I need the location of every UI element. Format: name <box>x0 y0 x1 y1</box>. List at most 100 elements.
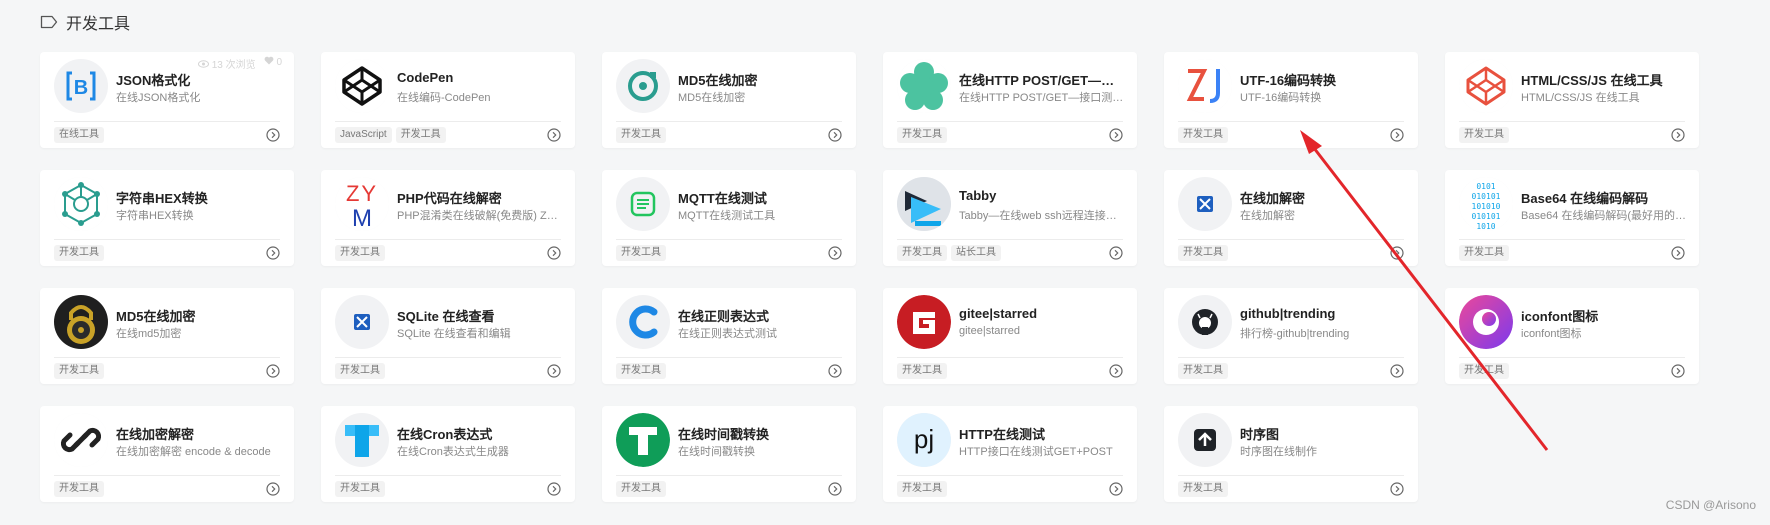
arrow-right-circle-icon[interactable] <box>547 128 561 142</box>
category-tag[interactable]: 开发工具 <box>335 363 385 379</box>
t-green-logo[interactable] <box>616 413 670 467</box>
arrow-right-circle-icon[interactable] <box>1109 482 1123 496</box>
arrow-right-circle-icon[interactable] <box>547 246 561 260</box>
card-title[interactable]: gitee|starred <box>959 306 1125 321</box>
mqtt-logo[interactable] <box>616 177 670 231</box>
tool-card[interactable]: github|trending 排行榜-github|trending 开发工具 <box>1164 288 1418 384</box>
card-title[interactable]: CodePen <box>397 70 563 85</box>
arrow-right-circle-icon[interactable] <box>1671 364 1685 378</box>
card-title[interactable]: HTTP在线测试 <box>959 424 1125 443</box>
tool-card[interactable]: 在线加解密 在线加解密 开发工具 <box>1164 170 1418 266</box>
tool-card[interactable]: gitee|starred gitee|starred 开发工具 <box>883 288 1137 384</box>
arrow-right-circle-icon[interactable] <box>1390 128 1404 142</box>
arrow-right-circle-icon[interactable] <box>828 246 842 260</box>
card-title[interactable]: HTML/CSS/JS 在线工具 <box>1521 70 1687 89</box>
regex-c-logo[interactable] <box>616 295 670 349</box>
arrow-right-circle-icon[interactable] <box>266 364 280 378</box>
card-title[interactable]: MD5在线加密 <box>678 70 844 89</box>
category-tag[interactable]: 开发工具 <box>54 481 104 497</box>
card-title[interactable]: SQLite 在线查看 <box>397 306 563 325</box>
card-title[interactable]: JSON格式化 <box>116 70 282 89</box>
category-tag[interactable]: 开发工具 <box>1459 363 1509 379</box>
tool-card[interactable]: MD5在线加密 在线md5加密 开发工具 <box>40 288 294 384</box>
zj-logo[interactable] <box>1178 59 1232 113</box>
tool-card[interactable]: Tabby Tabby—在线web ssh远程连接工具 开发工具 站长工具 <box>883 170 1137 266</box>
arrow-right-circle-icon[interactable] <box>1390 482 1404 496</box>
arrow-right-circle-icon[interactable] <box>266 246 280 260</box>
tabby-logo[interactable] <box>897 177 951 231</box>
padlock-logo[interactable] <box>54 295 108 349</box>
tool-card[interactable]: 在线加密解密 在线加密解密 encode & decode 开发工具 <box>40 406 294 502</box>
arrow-right-circle-icon[interactable] <box>1671 128 1685 142</box>
gitee-logo[interactable] <box>897 295 951 349</box>
arrow-right-circle-icon[interactable] <box>266 482 280 496</box>
category-tag[interactable]: 开发工具 <box>54 363 104 379</box>
card-title[interactable]: github|trending <box>1240 306 1406 321</box>
tool-card[interactable]: iconfont图标 iconfont图标 开发工具 <box>1445 288 1699 384</box>
arrow-right-circle-icon[interactable] <box>1390 364 1404 378</box>
tool-card[interactable]: HTML/CSS/JS 在线工具 HTML/CSS/JS 在线工具 开发工具 <box>1445 52 1699 148</box>
tool-card[interactable]: SQLite 在线查看 SQLite 在线查看和编辑 开发工具 <box>321 288 575 384</box>
tool-card[interactable]: 0101 010101 101010 010101 1010 Base64 在线编码解码… <box>1445 170 1699 266</box>
json-b-logo[interactable]: B <box>54 59 108 113</box>
category-tag[interactable]: 站长工具 <box>951 245 1001 261</box>
card-title[interactable]: 在线时间戳转换 <box>678 424 844 443</box>
category-tag[interactable]: 开发工具 <box>616 245 666 261</box>
arrow-right-circle-icon[interactable] <box>266 128 280 142</box>
tool-card[interactable]: 在线正则表达式 在线正则表达式测试 开发工具 <box>602 288 856 384</box>
card-title[interactable]: 在线Cron表达式 <box>397 424 563 443</box>
arrow-right-circle-icon[interactable] <box>547 364 561 378</box>
category-tag[interactable]: 开发工具 <box>54 245 104 261</box>
card-title[interactable]: 字符串HEX转换 <box>116 188 282 207</box>
arrow-right-circle-icon[interactable] <box>1109 246 1123 260</box>
category-tag[interactable]: 开发工具 <box>1459 245 1509 261</box>
tool-card[interactable]: UTF-16编码转换 UTF-16编码转换 开发工具 <box>1164 52 1418 148</box>
tool-card[interactable]: MD5在线加密 MD5在线加密 开发工具 <box>602 52 856 148</box>
card-title[interactable]: 在线加密解密 <box>116 424 282 443</box>
tool-card[interactable]: ZYM PHP代码在线解密 PHP混淆类在线破解(免费版) Zend解密 开发工… <box>321 170 575 266</box>
codepen-red-logo[interactable] <box>1459 59 1513 113</box>
category-tag[interactable]: 开发工具 <box>1178 245 1228 261</box>
category-tag[interactable]: 开发工具 <box>897 481 947 497</box>
arrow-right-circle-icon[interactable] <box>828 364 842 378</box>
category-tag[interactable]: 开发工具 <box>616 363 666 379</box>
card-title[interactable]: MD5在线加密 <box>116 306 282 325</box>
tool-card[interactable]: B JSON格式化 在线JSON格式化 13 次浏览 0 在线工具 <box>40 52 294 148</box>
tool-card[interactable]: 字符串HEX转换 字符串HEX转换 开发工具 <box>40 170 294 266</box>
card-title[interactable]: MQTT在线测试 <box>678 188 844 207</box>
tool-card[interactable]: 时序图 时序图在线制作 开发工具 <box>1164 406 1418 502</box>
arrow-right-circle-icon[interactable] <box>828 128 842 142</box>
upload-arrow-logo[interactable] <box>1178 413 1232 467</box>
flower-logo[interactable] <box>897 59 951 113</box>
category-tag[interactable]: 开发工具 <box>1178 127 1228 143</box>
arrow-right-circle-icon[interactable] <box>828 482 842 496</box>
tools-logo[interactable] <box>335 295 389 349</box>
arrow-right-circle-icon[interactable] <box>1390 246 1404 260</box>
arrow-right-circle-icon[interactable] <box>547 482 561 496</box>
card-title[interactable]: 时序图 <box>1240 424 1406 443</box>
card-title[interactable]: PHP代码在线解密 <box>397 188 563 207</box>
card-title[interactable]: 在线加解密 <box>1240 188 1406 207</box>
category-tag[interactable]: 开发工具 <box>897 127 947 143</box>
tool-card[interactable]: 在线时间戳转换 在线时间戳转换 开发工具 <box>602 406 856 502</box>
category-tag[interactable]: 开发工具 <box>897 245 947 261</box>
tool-card[interactable]: pj HTTP在线测试 HTTP接口在线测试GET+POST 开发工具 <box>883 406 1137 502</box>
category-tag[interactable]: 开发工具 <box>335 245 385 261</box>
category-tag[interactable]: 开发工具 <box>616 481 666 497</box>
category-tag[interactable]: 开发工具 <box>1178 363 1228 379</box>
card-title[interactable]: UTF-16编码转换 <box>1240 70 1406 89</box>
network-logo[interactable] <box>54 177 108 231</box>
pj-logo[interactable]: pj <box>897 413 951 467</box>
tool-card[interactable]: 在线HTTP POST/GET—接口测试 在线HTTP POST/GET—接口测… <box>883 52 1137 148</box>
arrow-right-circle-icon[interactable] <box>1109 364 1123 378</box>
card-title[interactable]: iconfont图标 <box>1521 306 1687 325</box>
category-tag[interactable]: 开发工具 <box>1459 127 1509 143</box>
category-tag[interactable]: 开发工具 <box>335 481 385 497</box>
category-tag[interactable]: 在线工具 <box>54 127 104 143</box>
codepen-logo[interactable] <box>335 59 389 113</box>
github-logo[interactable] <box>1178 295 1232 349</box>
category-tag[interactable]: 开发工具 <box>897 363 947 379</box>
card-title[interactable]: 在线正则表达式 <box>678 306 844 325</box>
tool-card[interactable]: MQTT在线测试 MQTT在线测试工具 开发工具 <box>602 170 856 266</box>
binary-logo[interactable]: 0101 010101 101010 010101 1010 <box>1459 177 1513 231</box>
